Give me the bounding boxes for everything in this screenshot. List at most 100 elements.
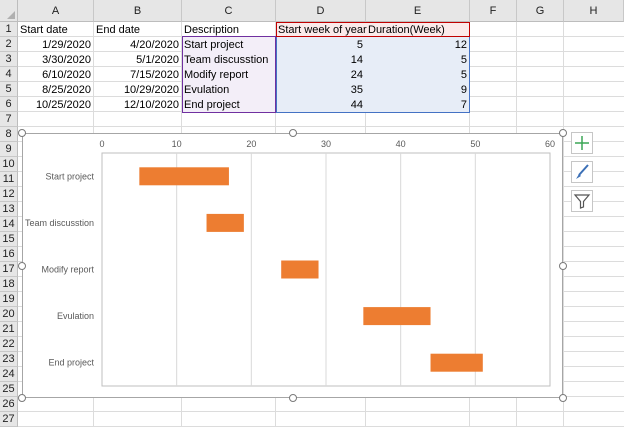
row-header-2[interactable]: 2 <box>0 37 18 52</box>
category-label: Modify report <box>41 265 94 275</box>
row-header-11[interactable]: 11 <box>0 172 18 187</box>
resize-handle-bottom[interactable] <box>289 394 297 402</box>
row-header-25[interactable]: 25 <box>0 382 18 397</box>
cell-d6[interactable]: 44 <box>276 98 366 112</box>
cell-b1[interactable]: End date <box>94 23 182 37</box>
column-header-f[interactable]: F <box>470 0 517 22</box>
cell-e5[interactable]: 9 <box>366 83 470 97</box>
chart-filters-button[interactable] <box>571 190 593 212</box>
x-tick-label: 0 <box>99 139 104 149</box>
chart-svg: 0 10 20 30 40 50 60 Start project Team discussti… <box>25 139 555 387</box>
column-header-g[interactable]: G <box>517 0 564 22</box>
row-header-20[interactable]: 20 <box>0 307 18 322</box>
cell-e6[interactable]: 7 <box>366 98 470 112</box>
select-all-corner[interactable] <box>0 0 18 22</box>
row-header-23[interactable]: 23 <box>0 352 18 367</box>
brush-icon <box>576 164 589 179</box>
resize-handle-bottom-left[interactable] <box>18 394 26 402</box>
cell-d3[interactable]: 14 <box>276 53 366 67</box>
row-header-7[interactable]: 7 <box>0 112 18 127</box>
column-header-b[interactable]: B <box>94 0 182 22</box>
cell-e4[interactable]: 5 <box>366 68 470 82</box>
cell-c3[interactable]: Team discusstion <box>182 53 276 67</box>
cell-b6[interactable]: 12/10/2020 <box>94 98 182 112</box>
cell-c1[interactable]: Description <box>182 23 276 37</box>
cell-a3[interactable]: 3/30/2020 <box>18 53 94 67</box>
cell-a4[interactable]: 6/10/2020 <box>18 68 94 82</box>
row-header-1[interactable]: 1 <box>0 22 18 37</box>
cell-b3[interactable]: 5/1/2020 <box>94 53 182 67</box>
cell-a6[interactable]: 10/25/2020 <box>18 98 94 112</box>
row-header-3[interactable]: 3 <box>0 52 18 67</box>
x-tick-label: 50 <box>470 139 480 149</box>
category-label: End project <box>48 358 94 368</box>
chart-styles-button[interactable] <box>571 161 593 183</box>
cell-b5[interactable]: 10/29/2020 <box>94 83 182 97</box>
row-header-16[interactable]: 16 <box>0 247 18 262</box>
row-gridline <box>18 411 624 412</box>
row-header-27[interactable]: 27 <box>0 412 18 427</box>
resize-handle-bottom-right[interactable] <box>559 394 567 402</box>
plus-icon <box>575 136 589 150</box>
row-header-22[interactable]: 22 <box>0 337 18 352</box>
column-header-h[interactable]: H <box>564 0 624 22</box>
row-header-6[interactable]: 6 <box>0 97 18 112</box>
category-label: Start project <box>45 171 94 181</box>
x-tick-label: 10 <box>172 139 182 149</box>
duration-bar[interactable] <box>363 307 431 326</box>
gantt-chart[interactable]: 0 10 20 30 40 50 60 Start project Team discussti… <box>22 133 563 398</box>
cell-b4[interactable]: 7/15/2020 <box>94 68 182 82</box>
x-tick-label: 40 <box>396 139 406 149</box>
row-header-8[interactable]: 8 <box>0 127 18 142</box>
row-header-17[interactable]: 17 <box>0 262 18 277</box>
row-header-9[interactable]: 9 <box>0 142 18 157</box>
resize-handle-top-right[interactable] <box>559 129 567 137</box>
chart-elements-button[interactable] <box>571 132 593 154</box>
column-header-e[interactable]: E <box>366 0 470 22</box>
cell-c4[interactable]: Modify report <box>182 68 276 82</box>
duration-bar[interactable] <box>139 167 229 186</box>
resize-handle-right[interactable] <box>559 262 567 270</box>
category-label: Team discusstion <box>25 218 94 228</box>
filter-icon <box>573 194 591 209</box>
row-header-4[interactable]: 4 <box>0 67 18 82</box>
cell-a2[interactable]: 1/29/2020 <box>18 38 94 52</box>
cell-d1[interactable]: Start week of year <box>276 23 370 37</box>
column-header-c[interactable]: C <box>182 0 276 22</box>
row-header-12[interactable]: 12 <box>0 187 18 202</box>
x-tick-label: 60 <box>545 139 555 149</box>
row-header-10[interactable]: 10 <box>0 157 18 172</box>
cell-e1[interactable]: Duration(Week) <box>366 23 470 37</box>
duration-bar[interactable] <box>281 260 319 279</box>
cell-e3[interactable]: 5 <box>366 53 470 67</box>
cell-d2[interactable]: 5 <box>276 38 366 52</box>
cell-c2[interactable]: Start project <box>182 38 276 52</box>
resize-handle-top-left[interactable] <box>18 129 26 137</box>
row-header-21[interactable]: 21 <box>0 322 18 337</box>
resize-handle-top[interactable] <box>289 129 297 137</box>
row-header-5[interactable]: 5 <box>0 82 18 97</box>
cell-e2[interactable]: 12 <box>366 38 470 52</box>
row-header-24[interactable]: 24 <box>0 367 18 382</box>
duration-bar[interactable] <box>430 353 483 372</box>
duration-bar[interactable] <box>206 213 244 232</box>
cell-a5[interactable]: 8/25/2020 <box>18 83 94 97</box>
row-header-19[interactable]: 19 <box>0 292 18 307</box>
column-header-d[interactable]: D <box>276 0 366 22</box>
cell-b2[interactable]: 4/20/2020 <box>94 38 182 52</box>
row-header-14[interactable]: 14 <box>0 217 18 232</box>
row-gridline <box>18 126 624 127</box>
row-header-18[interactable]: 18 <box>0 277 18 292</box>
category-label: Evulation <box>57 311 94 321</box>
cell-c6[interactable]: End project <box>182 98 276 112</box>
row-header-13[interactable]: 13 <box>0 202 18 217</box>
cell-d5[interactable]: 35 <box>276 83 366 97</box>
cell-a1[interactable]: Start date <box>18 23 94 37</box>
x-tick-label: 20 <box>246 139 256 149</box>
column-header-a[interactable]: A <box>18 0 94 22</box>
cell-c5[interactable]: Evulation <box>182 83 276 97</box>
row-header-15[interactable]: 15 <box>0 232 18 247</box>
resize-handle-left[interactable] <box>18 262 26 270</box>
row-header-26[interactable]: 26 <box>0 397 18 412</box>
cell-d4[interactable]: 24 <box>276 68 366 82</box>
